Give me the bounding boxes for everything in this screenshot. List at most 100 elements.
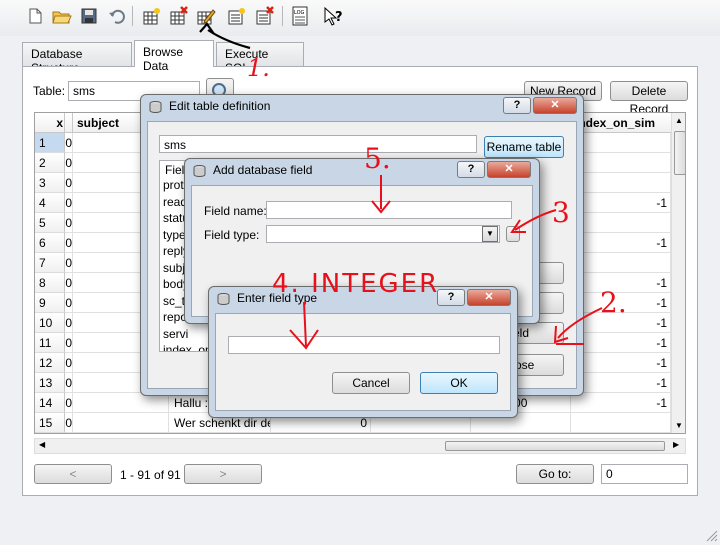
- next-page-button[interactable]: >: [184, 464, 262, 484]
- vertical-scrollbar[interactable]: ▲ ▼: [671, 113, 685, 433]
- table-cell-id[interactable]: 0: [65, 393, 73, 413]
- prev-page-button[interactable]: <: [34, 464, 112, 484]
- row-number[interactable]: 11: [35, 333, 65, 353]
- row-number[interactable]: 5: [35, 213, 65, 233]
- rename-table-button[interactable]: Rename table: [484, 136, 564, 158]
- table-cell-id[interactable]: 0: [65, 233, 73, 253]
- table-cell-index-on-sim[interactable]: [571, 213, 671, 233]
- table-cell-id[interactable]: 0: [65, 133, 73, 153]
- create-index-icon[interactable]: [226, 5, 248, 27]
- enter-dialog-help-button[interactable]: ?: [437, 289, 465, 306]
- row-number[interactable]: 7: [35, 253, 65, 273]
- scroll-down-icon[interactable]: ▼: [675, 421, 683, 430]
- row-number[interactable]: 13: [35, 373, 65, 393]
- horizontal-scrollbar[interactable]: ◀ ▶: [34, 438, 686, 454]
- field-type-select[interactable]: [266, 225, 500, 243]
- cancel-button[interactable]: Cancel: [332, 372, 410, 394]
- delete-table-icon[interactable]: [168, 5, 190, 27]
- database-icon: [193, 165, 206, 177]
- add-field-dialog-titlebar[interactable]: Add database field: [185, 159, 539, 183]
- log-icon[interactable]: LOG: [289, 5, 311, 27]
- field-name-input[interactable]: [266, 201, 512, 219]
- table-cell-index-on-sim[interactable]: [571, 153, 671, 173]
- resize-grip-icon[interactable]: [704, 528, 718, 542]
- edit-table-dialog-title: Edit table definition: [169, 99, 271, 113]
- table-cell-index-on-sim[interactable]: -1: [571, 373, 671, 393]
- table-cell-id[interactable]: 0: [65, 413, 73, 433]
- table-cell-index-on-sim[interactable]: -1: [571, 353, 671, 373]
- table-cell-id[interactable]: 0: [65, 173, 73, 193]
- column-header-id-edge[interactable]: [65, 113, 73, 133]
- row-number[interactable]: 9: [35, 293, 65, 313]
- table-cell-index-on-sim[interactable]: -1: [571, 293, 671, 313]
- table-cell-index-on-sim[interactable]: -1: [571, 393, 671, 413]
- hscroll-thumb[interactable]: [445, 441, 665, 451]
- edit-dialog-close-button[interactable]: ✕: [533, 97, 577, 114]
- chevron-down-icon[interactable]: ▼: [482, 226, 498, 242]
- row-number[interactable]: 15: [35, 413, 65, 433]
- row-number[interactable]: 2: [35, 153, 65, 173]
- row-number[interactable]: 12: [35, 353, 65, 373]
- table-cell-index-on-sim[interactable]: -1: [571, 313, 671, 333]
- table-cell-id[interactable]: 0: [65, 273, 73, 293]
- add-dialog-help-button[interactable]: ?: [457, 161, 485, 178]
- goto-input[interactable]: 0: [601, 464, 688, 484]
- whats-this-icon[interactable]: ?: [322, 5, 344, 27]
- row-number[interactable]: 8: [35, 273, 65, 293]
- table-cell-row16-zero[interactable]: 0: [271, 433, 371, 434]
- table-cell-id[interactable]: 0: [65, 193, 73, 213]
- table-cell-id[interactable]: 0: [65, 373, 73, 393]
- field-type-more-button[interactable]: [506, 226, 520, 242]
- row-number[interactable]: 14: [35, 393, 65, 413]
- table-cell-id[interactable]: 0: [65, 333, 73, 353]
- tab-browse-data[interactable]: Browse Data: [134, 40, 214, 73]
- table-cell-index-on-sim[interactable]: -1: [571, 333, 671, 353]
- edit-dialog-help-button[interactable]: ?: [503, 97, 531, 114]
- table-cell-index-on-sim[interactable]: -1: [571, 233, 671, 253]
- table-cell-index-on-sim[interactable]: [571, 253, 671, 273]
- table-cell-id[interactable]: 0: [65, 313, 73, 333]
- column-header-index-on-sim[interactable]: index_on_sim: [571, 113, 673, 133]
- svg-text:?: ?: [335, 10, 343, 25]
- row-number[interactable]: 3: [35, 173, 65, 193]
- table-cell-id[interactable]: 0: [65, 293, 73, 313]
- field-type-input[interactable]: [228, 336, 500, 354]
- scroll-left-icon[interactable]: ◀: [39, 440, 45, 449]
- scroll-right-icon[interactable]: ▶: [673, 440, 679, 449]
- row-number[interactable]: 1: [35, 133, 65, 153]
- save-icon[interactable]: [78, 5, 100, 27]
- table-cell-index-on-sim[interactable]: [571, 133, 671, 153]
- table-cell[interactable]: [73, 413, 169, 433]
- table-name-input[interactable]: sms: [159, 135, 477, 153]
- column-header-id[interactable]: x: [35, 113, 65, 133]
- enter-dialog-close-button[interactable]: ✕: [467, 289, 511, 306]
- delete-index-icon[interactable]: [254, 5, 276, 27]
- row-number[interactable]: 6: [35, 233, 65, 253]
- scrollbar-thumb[interactable]: [674, 131, 685, 175]
- table-cell[interactable]: [73, 393, 169, 413]
- table-cell-id[interactable]: 0: [65, 253, 73, 273]
- field-list-item[interactable]: type: [163, 228, 186, 242]
- modify-table-icon[interactable]: [195, 5, 217, 27]
- tab-database-structure[interactable]: Database Structure: [22, 42, 132, 75]
- table-cell-id[interactable]: 0: [65, 213, 73, 233]
- create-table-icon[interactable]: [141, 5, 163, 27]
- table-cell-index-on-sim[interactable]: [571, 413, 671, 433]
- table-cell-index-on-sim[interactable]: [571, 173, 671, 193]
- add-dialog-close-button[interactable]: ✕: [487, 161, 531, 178]
- field-list-item[interactable]: servi: [163, 327, 188, 341]
- table-cell-index-on-sim[interactable]: -1: [571, 193, 671, 213]
- tab-execute-sql[interactable]: Execute SQL: [216, 42, 304, 75]
- row-number[interactable]: 10: [35, 313, 65, 333]
- undo-icon[interactable]: [105, 5, 127, 27]
- delete-record-button[interactable]: Delete Record: [610, 81, 688, 116]
- table-cell-index-on-sim[interactable]: -1: [571, 273, 671, 293]
- open-database-icon[interactable]: [51, 5, 73, 27]
- table-cell-id[interactable]: 0: [65, 153, 73, 173]
- row-number[interactable]: 4: [35, 193, 65, 213]
- ok-button[interactable]: OK: [420, 372, 498, 394]
- scroll-up-icon[interactable]: ▲: [675, 116, 683, 125]
- table-cell-id[interactable]: 0: [65, 353, 73, 373]
- new-database-icon[interactable]: [24, 5, 46, 27]
- goto-button[interactable]: Go to:: [516, 464, 594, 484]
